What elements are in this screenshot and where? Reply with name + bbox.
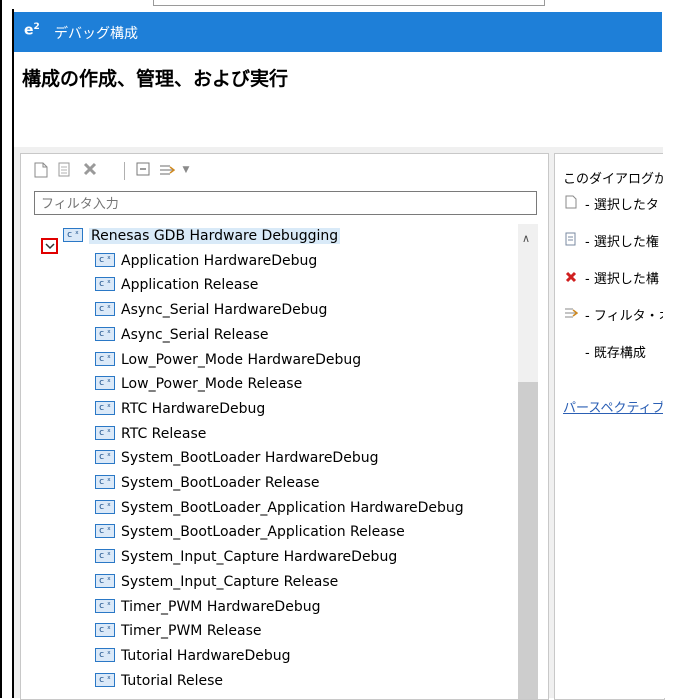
tree-item[interactable]: c ˣ System_Input_Capture Release (95, 570, 338, 594)
config-type-icon: c ˣ (95, 623, 115, 638)
dropdown-arrow-icon[interactable]: ▼ (178, 162, 194, 178)
tree-item-label: Async_Serial HardwareDebug (121, 302, 328, 319)
tree-item-label: System_BootLoader HardwareDebug (121, 450, 379, 467)
tree-item-label: Low_Power_Mode HardwareDebug (121, 351, 362, 368)
scroll-up-icon[interactable]: ∧ (522, 232, 530, 245)
collapse-all-icon[interactable] (135, 162, 151, 178)
tree-item[interactable]: c ˣ System_BootLoader Release (95, 471, 320, 495)
tree-item[interactable]: c ˣ System_Input_Capture HardwareDebug (95, 545, 397, 569)
help-pane: このダイアログから - 選択したタ - 選択した権 - 選択した構 - フィルタ… (554, 153, 665, 700)
tree-item-label: Timer_PWM HardwareDebug (121, 598, 321, 615)
config-type-icon: c ˣ (95, 598, 115, 613)
help-line-new: - 選択したタ (563, 194, 659, 213)
config-list-pane: ▼ c ˣ Renesas GDB Hardware Debugging c ˣ A… (20, 153, 549, 700)
dialog-body: ▼ c ˣ Renesas GDB Hardware Debugging c ˣ A… (14, 147, 665, 700)
config-tree: c ˣ Renesas GDB Hardware Debugging c ˣ App… (21, 224, 511, 699)
tree-item[interactable]: c ˣ System_BootLoader_Application Release (95, 520, 405, 544)
tree-item[interactable]: c ˣ Timer_PWM HardwareDebug (95, 595, 320, 619)
toolbar-separator (124, 162, 125, 180)
config-type-icon: c ˣ (95, 376, 115, 391)
config-type-icon: c ˣ (63, 228, 83, 242)
tree-item[interactable]: c ˣ Application Release (95, 273, 258, 297)
tree-item-label: System_Input_Capture HardwareDebug (121, 549, 398, 566)
tree-item-label: System_BootLoader_Application HardwareDe… (121, 499, 464, 516)
new-config-icon (563, 195, 579, 213)
config-type-icon: c ˣ (95, 252, 115, 267)
duplicate-icon[interactable] (57, 162, 73, 178)
config-type-icon: c ˣ (95, 573, 115, 588)
config-type-icon: c ˣ (95, 475, 115, 489)
config-type-icon: c ˣ (95, 351, 115, 366)
scroll-thumb[interactable] (518, 382, 538, 699)
help-line-existing: - 既存構成 (585, 346, 646, 361)
filter-icon[interactable] (159, 162, 176, 178)
dialog-right-margin (663, 12, 683, 698)
tree-item-label: Application Release (121, 277, 259, 294)
tree-item[interactable]: c ˣ Application HardwareDebug (95, 249, 317, 273)
duplicate-icon (563, 232, 579, 250)
tree-item-label: System_BootLoader_Application Release (121, 524, 405, 541)
window-title: デバッグ構成 (54, 26, 138, 42)
filter-field[interactable] (34, 191, 537, 215)
config-type-icon: c ˣ (95, 524, 115, 539)
tree-item[interactable]: c ˣ System_BootLoader_Application Hardwar… (95, 496, 464, 520)
tree-item[interactable]: c ˣ Timer_PWM Release (95, 619, 262, 643)
tree-scrollbar[interactable]: ∧ (518, 224, 538, 699)
config-type-icon: c ˣ (95, 277, 115, 292)
tree-item[interactable]: c ˣ Async_Serial HardwareDebug (95, 298, 327, 322)
tree-item[interactable]: c ˣ Tutorial Relese (95, 669, 223, 693)
help-line-delete: - 選択した構 (563, 268, 659, 287)
new-config-icon[interactable] (33, 162, 49, 178)
outer-border (0, 0, 2, 698)
tree-item[interactable]: c ˣ RTC HardwareDebug (95, 397, 265, 421)
config-type-icon: c ˣ (95, 326, 115, 341)
tree-root-label: Renesas GDB Hardware Debugging (89, 228, 341, 244)
tree-item-label: Tutorial Relese (121, 672, 224, 689)
help-line-duplicate: - 選択した権 (563, 231, 659, 250)
delete-icon (563, 271, 579, 287)
delete-icon[interactable] (82, 162, 98, 178)
tree-item[interactable]: c ˣ Async_Serial Release (95, 323, 269, 347)
tree-item-label: Tutorial HardwareDebug (121, 647, 291, 664)
tree-item-label: Low_Power_Mode Release (121, 376, 303, 393)
filter-icon (563, 306, 579, 324)
config-type-icon: c ˣ (95, 450, 115, 465)
tree-item-label: System_BootLoader Release (121, 475, 320, 491)
config-type-icon: c ˣ (95, 302, 115, 317)
app-logo-icon: e2 (24, 22, 40, 39)
tree-item[interactable]: c ˣ System_BootLoader HardwareDebug (95, 446, 378, 470)
top-strip (0, 0, 683, 9)
config-type-icon: c ˣ (95, 425, 115, 440)
config-type-icon: c ˣ (95, 672, 115, 687)
tree-item-label: Timer_PWM Release (121, 623, 262, 640)
tree-item-label: Async_Serial Release (121, 326, 269, 343)
tree-item[interactable]: c ˣ Low_Power_Mode HardwareDebug (95, 348, 361, 372)
page-title: 構成の作成、管理、および実行 (22, 68, 289, 90)
tree-item-label: Application HardwareDebug (121, 252, 318, 269)
config-type-icon: c ˣ (95, 400, 115, 415)
tree-item-label: RTC Release (121, 425, 207, 442)
tree-item[interactable]: c ˣ RTC Release (95, 422, 206, 446)
help-intro: このダイアログから (563, 172, 664, 187)
config-toolbar: ▼ (21, 154, 548, 184)
config-type-icon: c ˣ (95, 499, 115, 514)
background-tab (153, 0, 545, 6)
filter-input[interactable] (39, 193, 533, 215)
help-line-filter: - フィルタ・オ (563, 305, 664, 324)
tree-root-item[interactable]: c ˣ Renesas GDB Hardware Debugging (63, 224, 341, 248)
dialog-header: 構成の作成、管理、および実行 (14, 52, 663, 147)
config-type-icon: c ˣ (95, 549, 115, 564)
title-bar: e2 デバッグ構成 (14, 12, 662, 52)
perspective-link[interactable]: パースペクティブ (563, 397, 664, 416)
tree-item-label: System_Input_Capture Release (121, 573, 339, 590)
tree-item[interactable]: c ˣ Low_Power_Mode Release (95, 372, 302, 396)
config-type-icon: c ˣ (95, 647, 115, 662)
tree-item[interactable]: c ˣ Tutorial HardwareDebug (95, 644, 291, 668)
tree-item-label: RTC HardwareDebug (121, 400, 266, 417)
